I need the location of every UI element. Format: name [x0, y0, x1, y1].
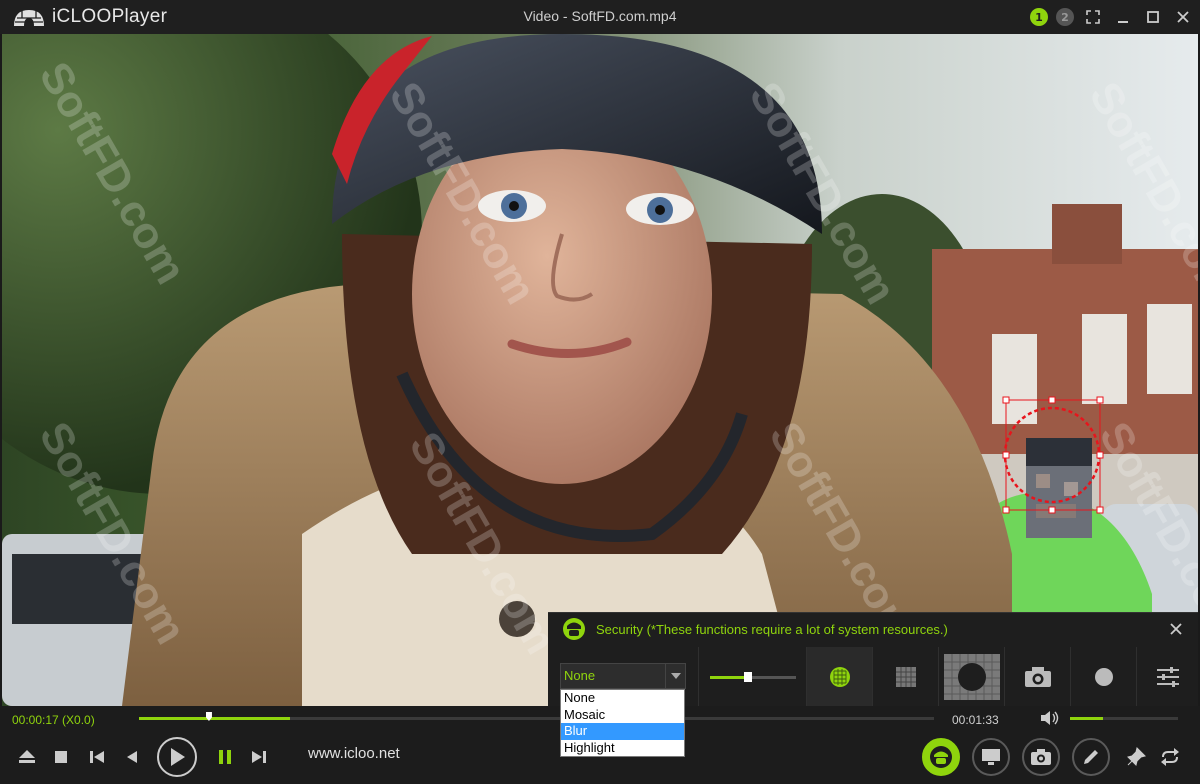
dropdown-option-highlight[interactable]: Highlight [561, 740, 684, 757]
maximize-button[interactable] [1142, 6, 1164, 28]
sliders-settings-icon [1156, 667, 1179, 687]
close-icon [1170, 623, 1182, 635]
draw-button[interactable] [1072, 738, 1110, 776]
security-settings-button[interactable] [1136, 647, 1198, 707]
square-mosaic-icon [895, 667, 916, 687]
app-name: iCLOOPlayer [52, 6, 168, 27]
security-close-button[interactable] [1168, 621, 1184, 637]
repeat-button[interactable] [1158, 745, 1182, 769]
close-icon [1177, 11, 1189, 23]
screen-mode-button[interactable] [972, 738, 1010, 776]
fullscreen-button[interactable] [1082, 6, 1104, 28]
monitor-icon [982, 749, 1000, 765]
stop-button[interactable] [50, 747, 72, 767]
previous-button[interactable] [86, 747, 108, 767]
intensity-slider[interactable] [698, 647, 806, 707]
website-link[interactable]: www.icloo.net [308, 745, 400, 762]
slider-track-icon [709, 672, 796, 682]
record-icon [1094, 668, 1113, 686]
eject-button[interactable] [16, 747, 38, 767]
minimize-icon [1118, 21, 1128, 23]
skip-next-icon [252, 751, 266, 763]
speaker-icon [1041, 711, 1059, 725]
dropdown-option-mosaic[interactable]: Mosaic [561, 707, 684, 724]
screen-2-badge[interactable]: 2 [1056, 8, 1074, 26]
pin-icon [1127, 747, 1146, 766]
security-toggle-button[interactable] [922, 738, 960, 776]
pen-icon [1084, 750, 1098, 764]
security-mode-dropdown: None Mosaic Blur Highlight [560, 689, 685, 757]
title-bar[interactable]: iCLOOPlayer Video - SoftFD.com.mp4 1 2 [0, 0, 1200, 34]
record-button[interactable] [1070, 647, 1136, 707]
video-viewport[interactable]: SoftFD.com SoftFD.com SoftFD.com SoftFD.… [2, 34, 1198, 706]
skip-previous-icon [90, 751, 104, 763]
stop-icon [55, 751, 67, 763]
seek-bar-fill [139, 717, 291, 720]
volume-slider[interactable] [1070, 717, 1178, 720]
volume-button[interactable] [1040, 710, 1060, 726]
step-back-icon [127, 751, 137, 763]
seek-bar[interactable] [139, 712, 934, 721]
dropdown-option-none[interactable]: None [561, 690, 684, 707]
close-button[interactable] [1172, 6, 1194, 28]
inverse-mosaic-icon [943, 654, 1000, 700]
total-time: 00:01:33 [952, 713, 999, 727]
inverse-mosaic-button[interactable] [938, 647, 1004, 707]
pin-button[interactable] [1124, 745, 1148, 769]
next-button[interactable] [248, 747, 270, 767]
app-logo: iCLOOPlayer [12, 5, 167, 29]
eject-icon [19, 750, 35, 763]
security-shield-icon [930, 746, 952, 768]
security-shield-icon [563, 618, 585, 640]
pause-button[interactable] [214, 747, 236, 767]
video-frame [2, 34, 1198, 706]
round-mosaic-icon [829, 667, 850, 687]
screen-1-badge[interactable]: 1 [1030, 8, 1048, 26]
pause-icon [219, 750, 231, 764]
window-title: Video - SoftFD.com.mp4 [523, 8, 677, 24]
repeat-icon [1161, 748, 1179, 766]
volume-fill [1070, 717, 1104, 720]
square-mosaic-button[interactable] [872, 647, 938, 707]
snapshot-button[interactable] [1004, 647, 1070, 707]
security-mode-select[interactable]: None [560, 663, 686, 689]
security-title: Security (*These functions require a lot… [596, 621, 948, 637]
security-mode-value: None [564, 668, 596, 683]
current-time: 00:00:17 (X0.0) [12, 713, 95, 727]
play-button[interactable] [157, 737, 197, 777]
chevron-down-icon [670, 673, 681, 679]
capture-button[interactable] [1022, 738, 1060, 776]
step-back-button[interactable] [120, 747, 142, 767]
camera-icon [1024, 667, 1051, 687]
maximize-icon [1147, 11, 1159, 23]
fullscreen-icon [1086, 10, 1100, 24]
igloo-logo-icon [14, 10, 44, 26]
dropdown-option-blur[interactable]: Blur [561, 723, 684, 740]
camera-icon [1031, 749, 1051, 765]
round-mosaic-button[interactable] [806, 647, 872, 707]
play-icon [171, 748, 185, 766]
minimize-button[interactable] [1112, 6, 1134, 28]
